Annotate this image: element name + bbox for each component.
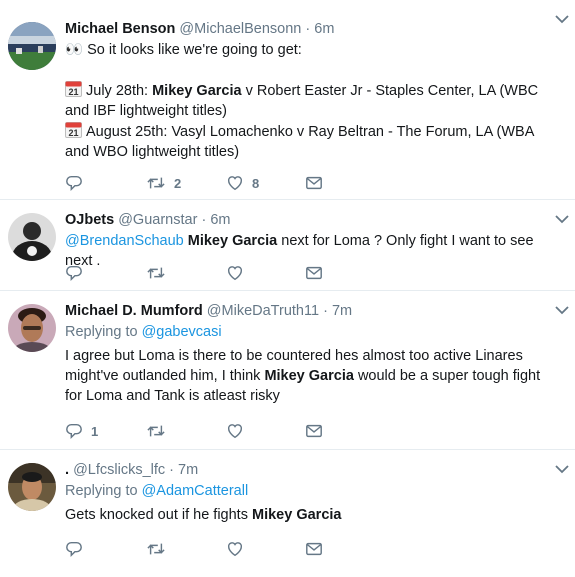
chevron-down-icon[interactable] bbox=[555, 14, 569, 24]
tweet-text: Gets knocked out if he fights Mikey Garc… bbox=[65, 505, 547, 525]
separator-dot: · bbox=[169, 462, 175, 478]
reply-target-link[interactable]: @gabevcasi bbox=[142, 324, 222, 340]
retweet-icon bbox=[147, 543, 165, 555]
display-name[interactable]: Michael D. Mumford bbox=[65, 303, 203, 319]
highlight-term: Mikey Garcia bbox=[187, 233, 278, 249]
reply-button[interactable] bbox=[65, 263, 83, 283]
display-name[interactable]: OJbets bbox=[65, 212, 114, 228]
tweet-header: Michael D. Mumford @MikeDaTruth11 · 7m bbox=[65, 301, 547, 321]
calendar-icon: 21 bbox=[65, 80, 82, 97]
direct-message-icon bbox=[306, 266, 322, 280]
calendar-icon: 21 bbox=[65, 121, 82, 138]
retweet-icon bbox=[147, 267, 165, 279]
tweet-actions bbox=[65, 263, 365, 283]
reply-icon bbox=[66, 423, 82, 440]
direct-message-icon bbox=[306, 542, 322, 556]
tweet-header: Michael Benson @MichaelBensonn · 6m bbox=[65, 19, 547, 39]
reply-icon bbox=[66, 541, 82, 558]
replying-to: Replying to @gabevcasi bbox=[65, 322, 547, 342]
retweet-button[interactable]: 2 bbox=[146, 173, 181, 193]
direct-message-button[interactable] bbox=[305, 173, 323, 193]
tweet-actions: 2 8 bbox=[65, 173, 365, 193]
event-date: July 28th: bbox=[86, 83, 153, 99]
retweet-button[interactable] bbox=[146, 539, 166, 559]
direct-message-button[interactable] bbox=[305, 421, 323, 441]
like-button[interactable] bbox=[226, 539, 244, 559]
tweet-body: Gets knocked out if he fights bbox=[65, 507, 252, 523]
separator-dot: · bbox=[323, 303, 328, 319]
reply-button[interactable]: 1 bbox=[65, 421, 98, 441]
reply-icon bbox=[66, 175, 82, 192]
reply-icon bbox=[66, 265, 82, 282]
tweet[interactable]: Michael Benson @MichaelBensonn · 6m 👀 So… bbox=[0, 0, 575, 200]
tweet[interactable]: OJbets @Guarnstar · 6m @BrendanSchaub Mi… bbox=[0, 200, 575, 291]
chevron-down-icon[interactable] bbox=[555, 214, 569, 224]
tweet-header: . @Lfcslicks_lfc · 7m bbox=[65, 460, 547, 480]
reply-button[interactable] bbox=[65, 173, 83, 193]
tweet-actions: 1 bbox=[65, 421, 365, 441]
highlight-term: Mikey Garcia bbox=[264, 368, 354, 384]
separator-dot: · bbox=[201, 212, 207, 228]
replying-label: Replying to bbox=[65, 324, 142, 340]
chevron-down-icon[interactable] bbox=[555, 305, 569, 315]
timestamp[interactable]: 7m bbox=[332, 303, 352, 319]
reply-target-link[interactable]: @AdamCatterall bbox=[142, 483, 249, 499]
tweet-line: So it looks like we're going to get: bbox=[87, 42, 302, 58]
retweet-icon bbox=[147, 425, 165, 437]
tweet-feed: Michael Benson @MichaelBensonn · 6m 👀 So… bbox=[0, 0, 575, 577]
tweet-text: 👀 So it looks like we're going to get: 2… bbox=[65, 40, 547, 162]
reply-button[interactable] bbox=[65, 539, 83, 559]
direct-message-button[interactable] bbox=[305, 263, 323, 283]
replying-label: Replying to bbox=[65, 483, 142, 499]
user-handle[interactable]: @Lfcslicks_lfc bbox=[73, 462, 165, 478]
like-icon bbox=[227, 424, 243, 439]
display-name[interactable]: . bbox=[65, 462, 69, 478]
timestamp[interactable]: 6m bbox=[210, 212, 230, 228]
replying-to: Replying to @AdamCatterall bbox=[65, 481, 547, 501]
user-handle[interactable]: @Guarnstar bbox=[118, 212, 197, 228]
highlight-term: Mikey Garcia bbox=[252, 507, 342, 523]
tweet[interactable]: Michael D. Mumford @MikeDaTruth11 · 7m R… bbox=[0, 291, 575, 450]
display-name[interactable]: Michael Benson bbox=[65, 21, 175, 37]
calendar-day: 21 bbox=[68, 87, 78, 97]
tweet-header: OJbets @Guarnstar · 6m bbox=[65, 210, 547, 230]
retweet-button[interactable] bbox=[146, 263, 166, 283]
like-button[interactable] bbox=[226, 263, 244, 283]
like-button[interactable]: 8 bbox=[226, 173, 259, 193]
user-handle[interactable]: @MichaelBensonn bbox=[179, 21, 301, 37]
timestamp[interactable]: 7m bbox=[178, 462, 198, 478]
like-icon bbox=[227, 176, 243, 191]
eyes-emoji: 👀 bbox=[65, 42, 84, 58]
direct-message-icon bbox=[306, 424, 322, 438]
retweet-icon bbox=[147, 177, 165, 189]
user-handle[interactable]: @MikeDaTruth11 bbox=[207, 303, 319, 319]
avatar[interactable] bbox=[8, 213, 56, 261]
separator-dot: · bbox=[305, 21, 311, 37]
direct-message-icon bbox=[306, 176, 322, 190]
calendar-day: 21 bbox=[68, 128, 78, 138]
tweet[interactable]: . @Lfcslicks_lfc · 7m Replying to @AdamC… bbox=[0, 450, 575, 577]
mention-link[interactable]: @BrendanSchaub bbox=[65, 233, 184, 249]
event-detail: August 25th: Vasyl Lomachenko v Ray Belt… bbox=[65, 124, 534, 160]
direct-message-button[interactable] bbox=[305, 539, 323, 559]
avatar[interactable] bbox=[8, 304, 56, 352]
avatar[interactable] bbox=[8, 463, 56, 511]
highlight-term: Mikey Garcia bbox=[152, 83, 242, 99]
reply-count: 1 bbox=[91, 423, 99, 439]
like-icon bbox=[227, 266, 243, 281]
tweet-text: I agree but Loma is there to be countere… bbox=[65, 346, 547, 406]
avatar[interactable] bbox=[8, 22, 56, 70]
retweet-button[interactable] bbox=[146, 421, 166, 441]
retweet-count: 2 bbox=[174, 175, 182, 191]
tweet-actions bbox=[65, 539, 365, 559]
timestamp[interactable]: 6m bbox=[314, 21, 334, 37]
like-count: 8 bbox=[252, 175, 260, 191]
like-button[interactable] bbox=[226, 421, 244, 441]
like-icon bbox=[227, 542, 243, 557]
chevron-down-icon[interactable] bbox=[555, 464, 569, 474]
